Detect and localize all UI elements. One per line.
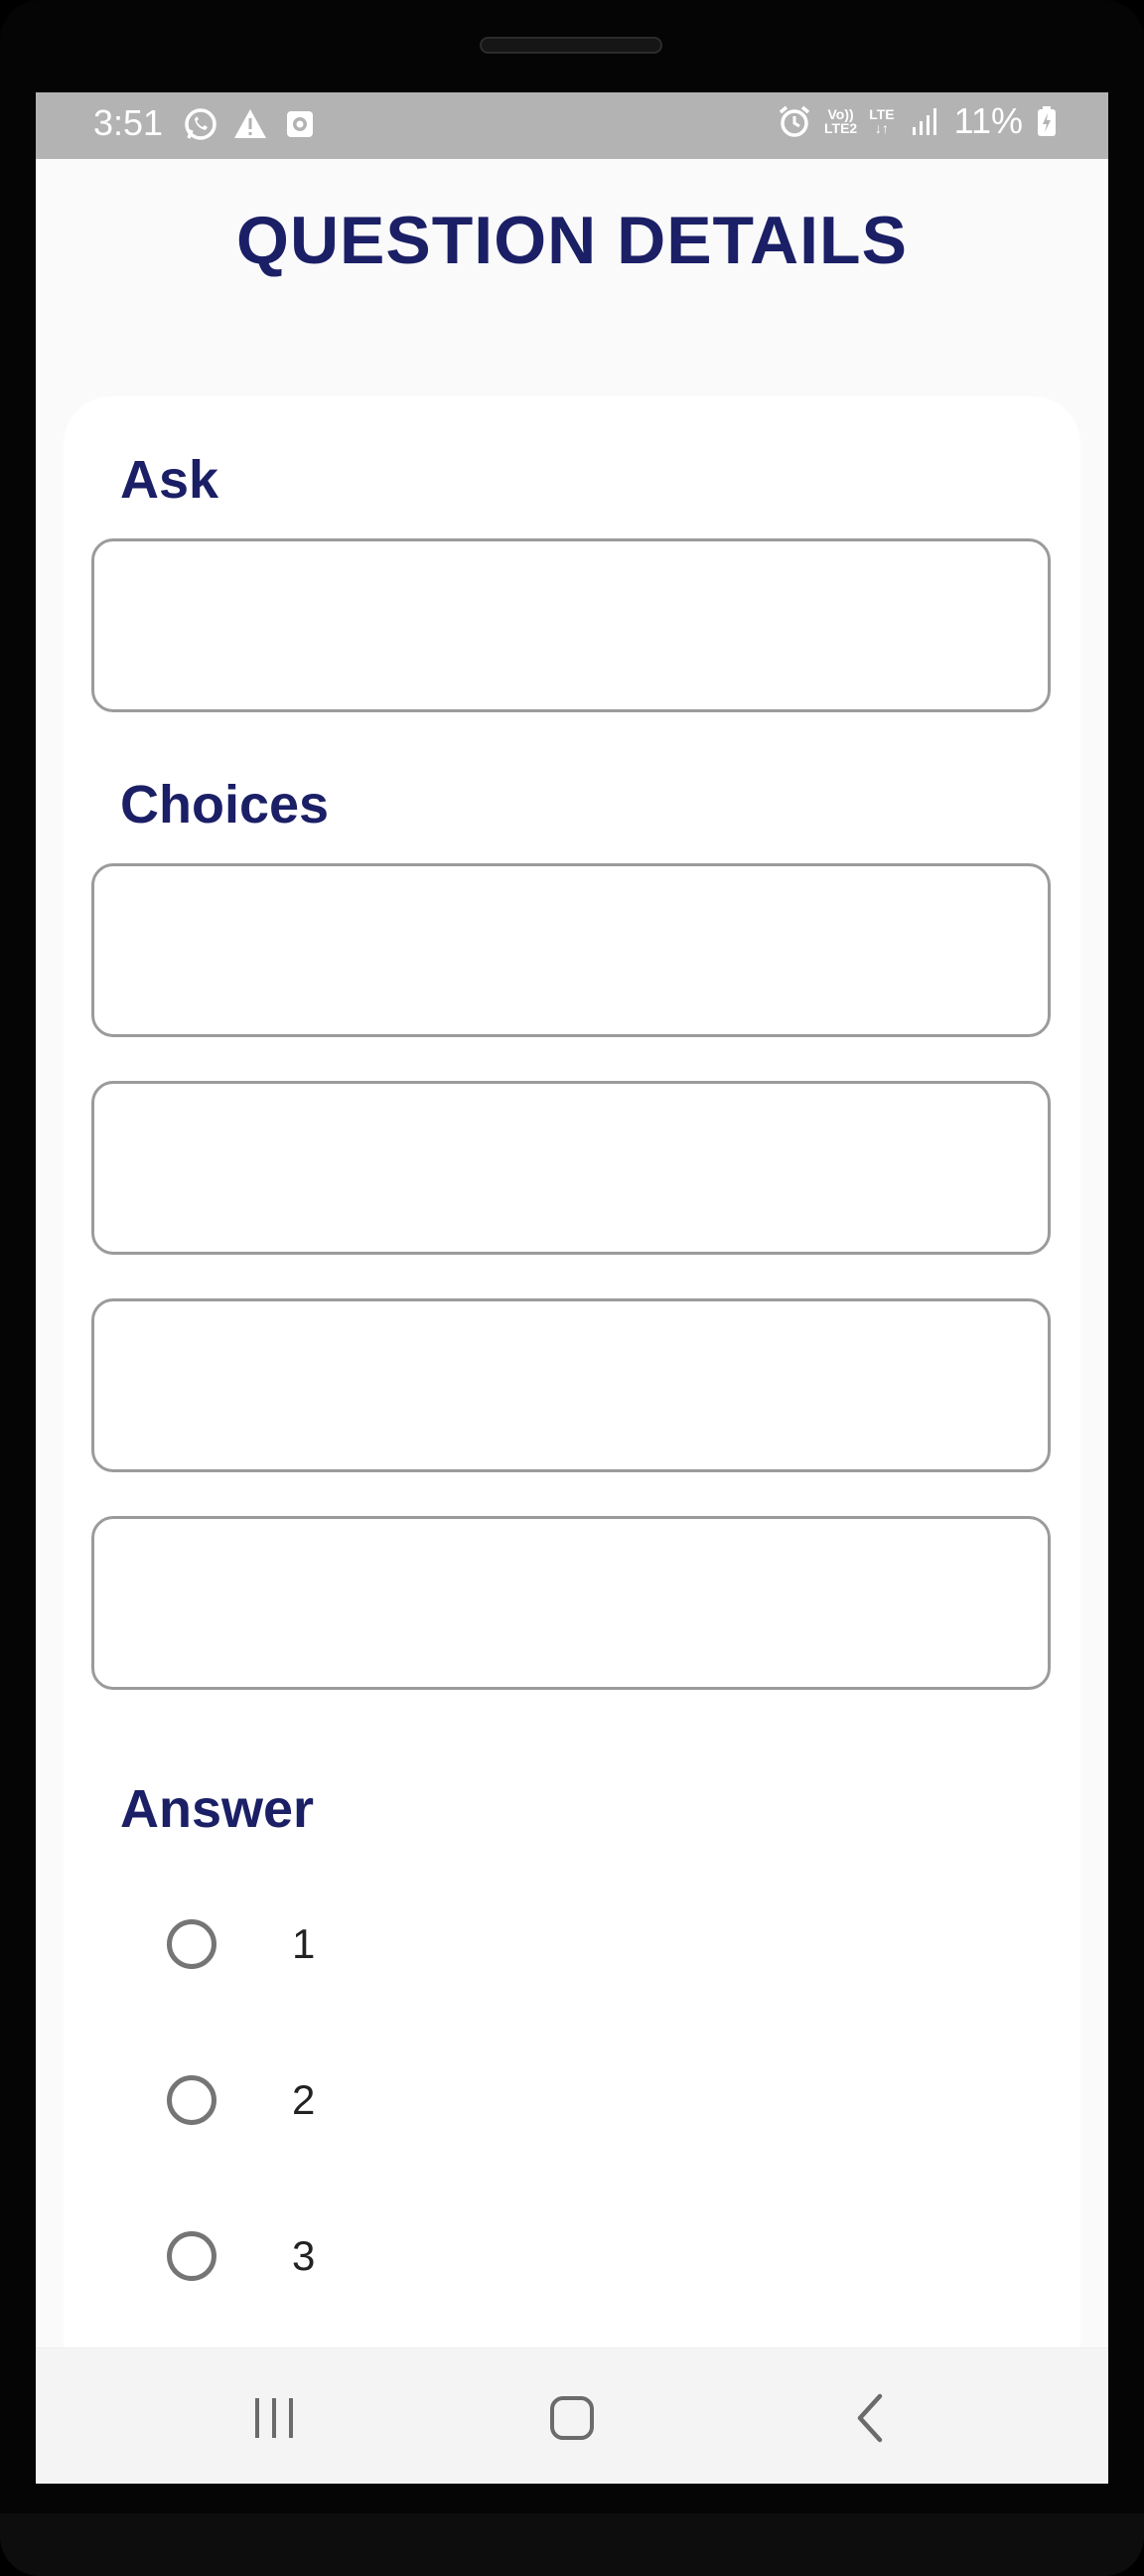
data-arrows-icon: ↓↑ — [874, 120, 889, 136]
question-form-card: Ask Choices Answer 1 2 3 — [64, 396, 1080, 2484]
battery-percent: 11% — [953, 100, 1023, 141]
screen: 3:51 Vo)) LTE2 LTE ↓↑ 11% QUESTION DETAI… — [36, 92, 1108, 2484]
choice-input-4[interactable] — [91, 1516, 1051, 1690]
answer-option-label: 1 — [292, 1920, 316, 1967]
radio-button[interactable] — [167, 2075, 216, 2125]
lte2-label: LTE2 — [824, 120, 858, 136]
back-icon[interactable] — [830, 2378, 910, 2458]
choice-input-3[interactable] — [91, 1298, 1051, 1472]
answer-option-2[interactable]: 2 — [167, 2075, 315, 2125]
screen-record-icon — [282, 106, 318, 142]
lte-label: LTE — [869, 106, 895, 122]
volte-icon: Vo)) LTE2 — [824, 107, 857, 135]
status-bar: 3:51 Vo)) LTE2 LTE ↓↑ 11% — [36, 92, 1108, 159]
answer-option-1[interactable]: 1 — [167, 1919, 315, 1969]
answer-option-3[interactable]: 3 — [167, 2231, 315, 2281]
volte-label: Vo)) — [827, 106, 854, 122]
earpiece-speaker — [480, 37, 662, 54]
home-icon[interactable] — [532, 2378, 612, 2458]
system-status-icons: Vo)) LTE2 LTE ↓↑ 11% — [777, 100, 1059, 142]
choice-input-2[interactable] — [91, 1081, 1051, 1255]
ask-label: Ask — [120, 450, 219, 510]
phone-frame: 3:51 Vo)) LTE2 LTE ↓↑ 11% QUESTION DETAI… — [0, 0, 1144, 2576]
notification-icons — [183, 106, 318, 142]
answer-label: Answer — [120, 1779, 315, 1839]
radio-button[interactable] — [167, 2231, 216, 2281]
ask-input[interactable] — [91, 538, 1051, 712]
choices-label: Choices — [120, 775, 330, 834]
warning-icon — [232, 106, 268, 142]
page-title: QUESTION DETAILS — [236, 203, 908, 278]
answer-option-label: 3 — [292, 2232, 316, 2279]
signal-icon — [907, 103, 942, 139]
alarm-icon — [777, 103, 812, 139]
battery-charging-icon — [1035, 103, 1059, 139]
whatsapp-icon — [183, 106, 218, 142]
bottom-bezel — [0, 2513, 1144, 2576]
status-time: 3:51 — [93, 102, 164, 143]
radio-button[interactable] — [167, 1919, 216, 1969]
choice-input-1[interactable] — [91, 863, 1051, 1037]
navigation-bar — [36, 2348, 1108, 2484]
answer-option-label: 2 — [292, 2076, 316, 2123]
lte-data-icon: LTE ↓↑ — [869, 107, 894, 135]
recent-apps-icon[interactable] — [234, 2378, 314, 2458]
